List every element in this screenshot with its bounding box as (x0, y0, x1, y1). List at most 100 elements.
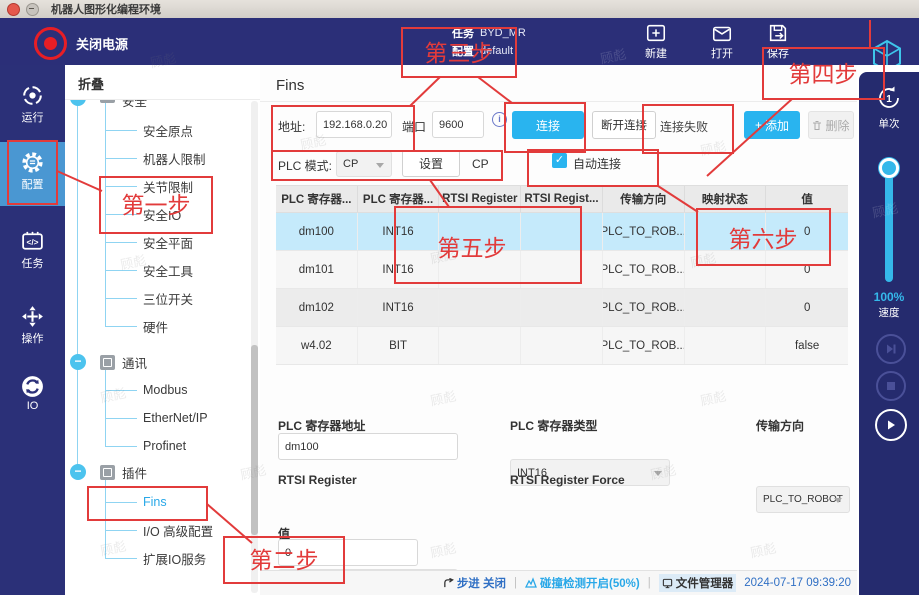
tree-node-plugin[interactable]: − 插件 (65, 459, 255, 485)
column-header[interactable]: PLC 寄存器... (276, 186, 358, 212)
safety-group-icon (100, 100, 115, 103)
info-icon[interactable]: i (492, 112, 507, 127)
save-button[interactable]: 保存 (752, 22, 804, 61)
table-row[interactable]: dm102 INT16 PLC_TO_ROB... 0 (276, 289, 848, 327)
tree-item-hardware[interactable]: 硬件 (65, 313, 260, 339)
tree-item-ethernet-ip[interactable]: EtherNet/IP (65, 405, 260, 431)
collapse-toggle-icon[interactable] (70, 100, 86, 106)
tree-scrollbar[interactable] (251, 101, 258, 593)
speed-label: 速度 (859, 305, 919, 320)
column-header[interactable]: RTSI Register (439, 186, 521, 212)
table-header-row: PLC 寄存器... PLC 寄存器... RTSI Register RTSI… (276, 185, 848, 213)
divider (260, 101, 857, 102)
speed-slider-handle[interactable] (879, 158, 899, 178)
tree-item-io-advanced-config[interactable]: I/O 高级配置 (65, 517, 260, 543)
table-row[interactable]: w4.02 BIT PLC_TO_ROB... false (276, 327, 848, 365)
config-tree-panel: 折叠 安全 安全原点 机器人限制 关节限制 安全IO 安全平面 安全工具 三位开… (65, 65, 261, 595)
column-header[interactable]: 传输方向 (603, 186, 685, 212)
tree-item-robot-limit[interactable]: 机器人限制 (65, 145, 260, 171)
tree-item-modbus[interactable]: Modbus (65, 377, 260, 403)
collision-detect-status[interactable]: 碰撞检测开启(50%) (525, 575, 640, 591)
collapse-toggle-icon[interactable]: − (70, 464, 86, 480)
connect-button[interactable]: 连接 (512, 111, 584, 139)
step-forward-button[interactable] (876, 334, 906, 364)
tree-item-safety-plane[interactable]: 安全平面 (65, 229, 260, 255)
column-header[interactable]: RTSI Regist... (521, 186, 603, 212)
connection-status-text: 连接失败 (660, 118, 708, 135)
sidebar-item-io[interactable]: IO (0, 370, 65, 428)
file-manager-button[interactable]: 文件管理器 (659, 574, 737, 592)
set-button[interactable]: 设置 (402, 150, 460, 177)
cell-rtsi-force (521, 213, 603, 250)
collapse-toggle-icon[interactable]: − (70, 354, 86, 370)
plc-address-input[interactable]: dm100 (278, 433, 458, 460)
plc-mode-select[interactable]: CP (336, 151, 392, 177)
cycle-count: 1 (886, 94, 892, 105)
delete-button[interactable]: 删除 (808, 111, 854, 139)
sidebar-config-label: 配置 (0, 176, 65, 192)
sidebar-item-operate[interactable]: 操作 (0, 300, 65, 358)
cell-plc-register: dm100 (276, 213, 358, 250)
column-header[interactable]: 映射状态 (685, 186, 767, 212)
new-button[interactable]: 新建 (630, 22, 682, 61)
address-label: 地址: (278, 118, 305, 135)
single-cycle-icon[interactable]: 1 (875, 84, 903, 112)
sidebar-item-run[interactable]: 运行 (0, 79, 65, 137)
disconnect-button[interactable]: 断开连接 (592, 111, 656, 139)
config-row: 配置 default (452, 43, 513, 59)
status-timestamp: 2024-07-17 09:39:20 (744, 577, 851, 589)
svg-text:</>: </> (26, 237, 38, 247)
power-button[interactable] (34, 27, 67, 60)
window-close-button[interactable] (7, 3, 20, 16)
single-mode-label: 单次 (859, 116, 919, 131)
sidebar-run-label: 运行 (0, 109, 65, 125)
cell-direction: PLC_TO_ROB... (603, 251, 685, 288)
column-header[interactable]: PLC 寄存器... (358, 186, 440, 212)
tree-item-label: 安全工具 (143, 261, 193, 280)
cell-plc-type: INT16 (358, 213, 440, 250)
app-header: 关闭电源 任务 BYD_MR 配置 default 新建 打开 (0, 18, 919, 65)
config-value: default (480, 45, 513, 57)
sidebar-item-task[interactable]: </> 任务 (0, 225, 65, 283)
tree-item-safety-tool[interactable]: 安全工具 (65, 257, 260, 283)
port-input[interactable]: 9600 (432, 111, 484, 138)
tree-item-safety-origin[interactable]: 安全原点 (65, 117, 260, 143)
form-label-rtsi-force: RTSI Register Force (510, 473, 625, 487)
port-label: 端口 (402, 118, 426, 135)
tree-item-three-position-switch[interactable]: 三位开关 (65, 285, 260, 311)
tree-item-label: 关节限制 (143, 177, 193, 196)
tree-item-fins[interactable]: Fins (65, 489, 260, 515)
tree-item-profinet[interactable]: Profinet (65, 433, 260, 459)
direction-select[interactable]: PLC_TO_ROBOT (756, 486, 850, 513)
task-value: BYD_MR (480, 27, 526, 39)
open-button[interactable]: 打开 (696, 22, 748, 61)
collapse-button[interactable]: 折叠 (78, 74, 104, 93)
tree-item-joint-limit[interactable]: 关节限制 (65, 173, 260, 199)
sidebar-item-config[interactable]: 配置 (0, 142, 65, 206)
sidebar-operate-label: 操作 (0, 330, 65, 346)
cell-plc-type: BIT (358, 327, 440, 364)
add-button[interactable]: +添加 (744, 111, 800, 139)
window-minimize-button[interactable] (26, 3, 39, 16)
step-mode-status[interactable]: 步进 关闭 (443, 575, 506, 591)
value-input[interactable]: 0 (278, 539, 418, 566)
new-button-label: 新建 (645, 48, 667, 60)
sidebar-task-label: 任务 (0, 255, 65, 271)
speed-slider[interactable] (885, 162, 893, 282)
tree-item-extended-io-service[interactable]: 扩展IO服务 (65, 545, 260, 571)
tree-item-label: Fins (143, 495, 167, 509)
trash-icon (812, 120, 822, 131)
column-header[interactable]: 值 (766, 186, 848, 212)
play-button[interactable] (875, 409, 907, 441)
cell-map-state (685, 251, 767, 288)
file-manager-icon (662, 578, 673, 589)
tree-item-safety-io[interactable]: 安全IO (65, 201, 260, 227)
tree-node-communication[interactable]: − 通讯 (65, 349, 255, 375)
auto-connect-checkbox[interactable]: ✓ (552, 153, 567, 168)
address-input[interactable]: 192.168.0.20 (316, 111, 392, 138)
tree-body: 安全 安全原点 机器人限制 关节限制 安全IO 安全平面 安全工具 三位开关 硬… (65, 100, 260, 595)
table-row-selected[interactable]: dm100 INT16 PLC_TO_ROB... 0 (276, 213, 848, 251)
stop-button[interactable] (876, 371, 906, 401)
tree-scrollbar-thumb[interactable] (251, 345, 258, 535)
table-row[interactable]: dm101 INT16 PLC_TO_ROB... 0 (276, 251, 848, 289)
